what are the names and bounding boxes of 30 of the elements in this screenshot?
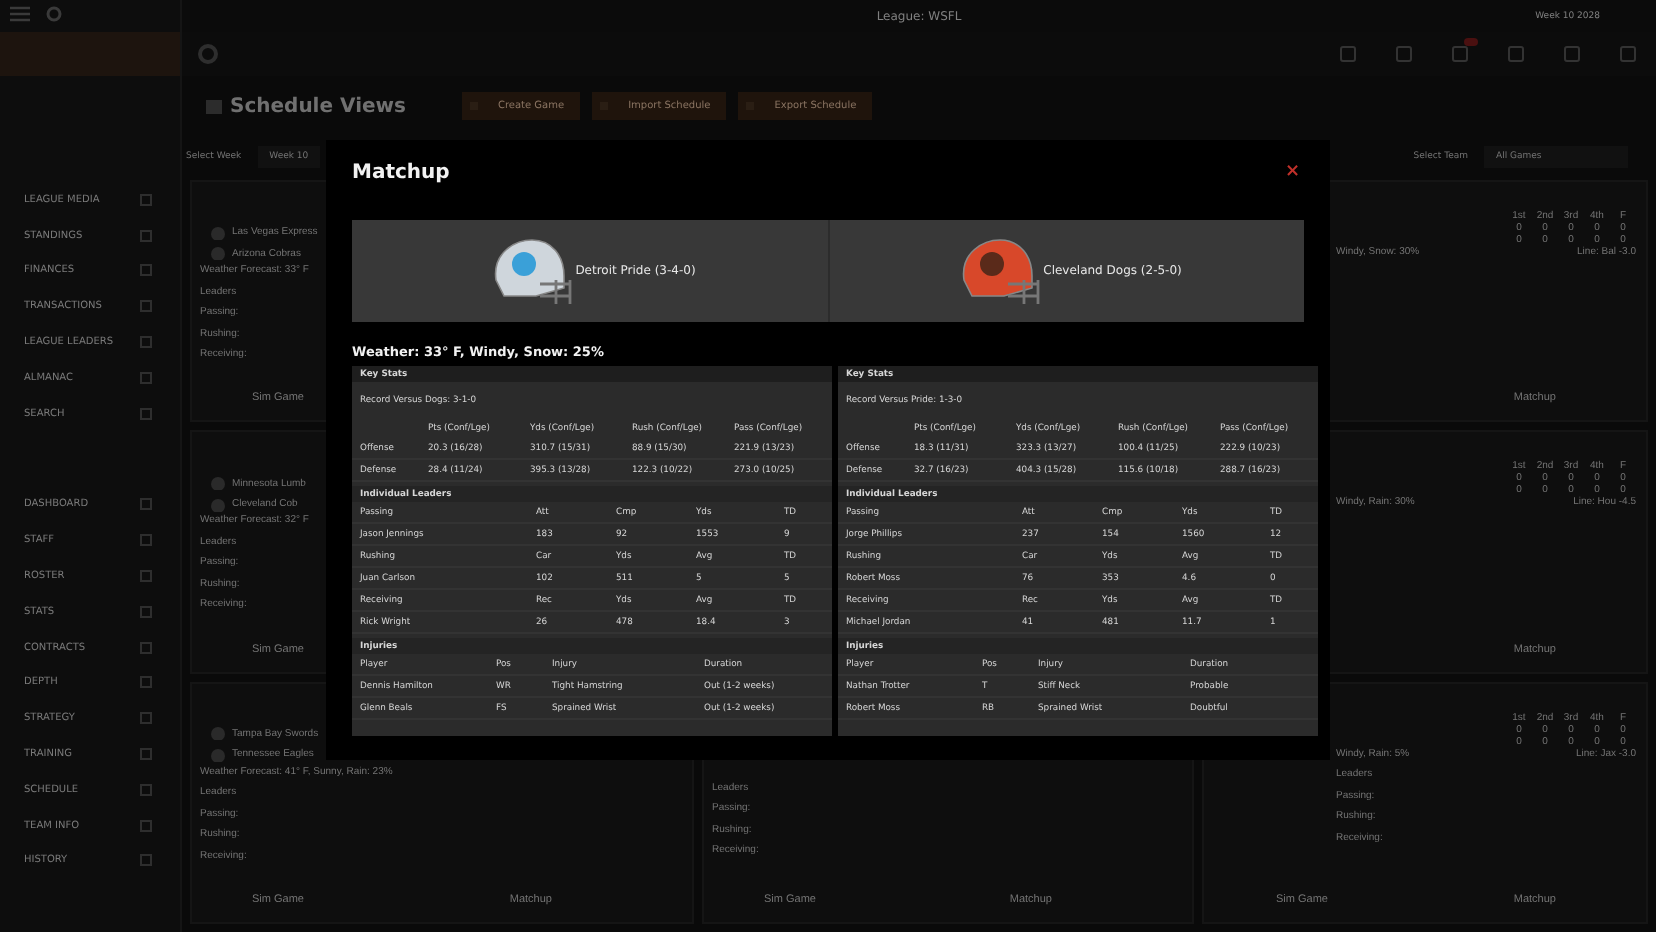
toolbar-icon [1340, 46, 1356, 62]
modal-title: Matchup [352, 161, 450, 183]
square-icon [140, 570, 152, 583]
square-icon [140, 676, 152, 689]
square-icon [140, 498, 152, 511]
square-icon [140, 534, 152, 547]
square-icon [140, 712, 152, 725]
square-icon [140, 854, 152, 867]
square-icon [140, 783, 152, 796]
square-icon [140, 641, 152, 654]
square-icon [140, 819, 152, 832]
toolbar-icon [1564, 46, 1580, 62]
square-icon [140, 264, 152, 277]
square-icon [140, 300, 152, 313]
toolbar-icon [1620, 46, 1636, 62]
menu-icon [10, 6, 30, 22]
square-icon [140, 371, 152, 384]
settings-icon [46, 6, 62, 22]
close-button[interactable]: × [1280, 162, 1304, 182]
toolbar-icon [1508, 46, 1524, 62]
notification-badge [1464, 38, 1478, 46]
page-title: Schedule Views [230, 95, 406, 117]
square-icon [140, 193, 152, 206]
square-icon [140, 748, 152, 761]
square-icon [140, 229, 152, 242]
toolbar-icon [1396, 46, 1412, 62]
square-icon [140, 407, 152, 420]
square-icon [140, 605, 152, 618]
toolbar-icon [1452, 46, 1468, 62]
square-icon [140, 336, 152, 349]
